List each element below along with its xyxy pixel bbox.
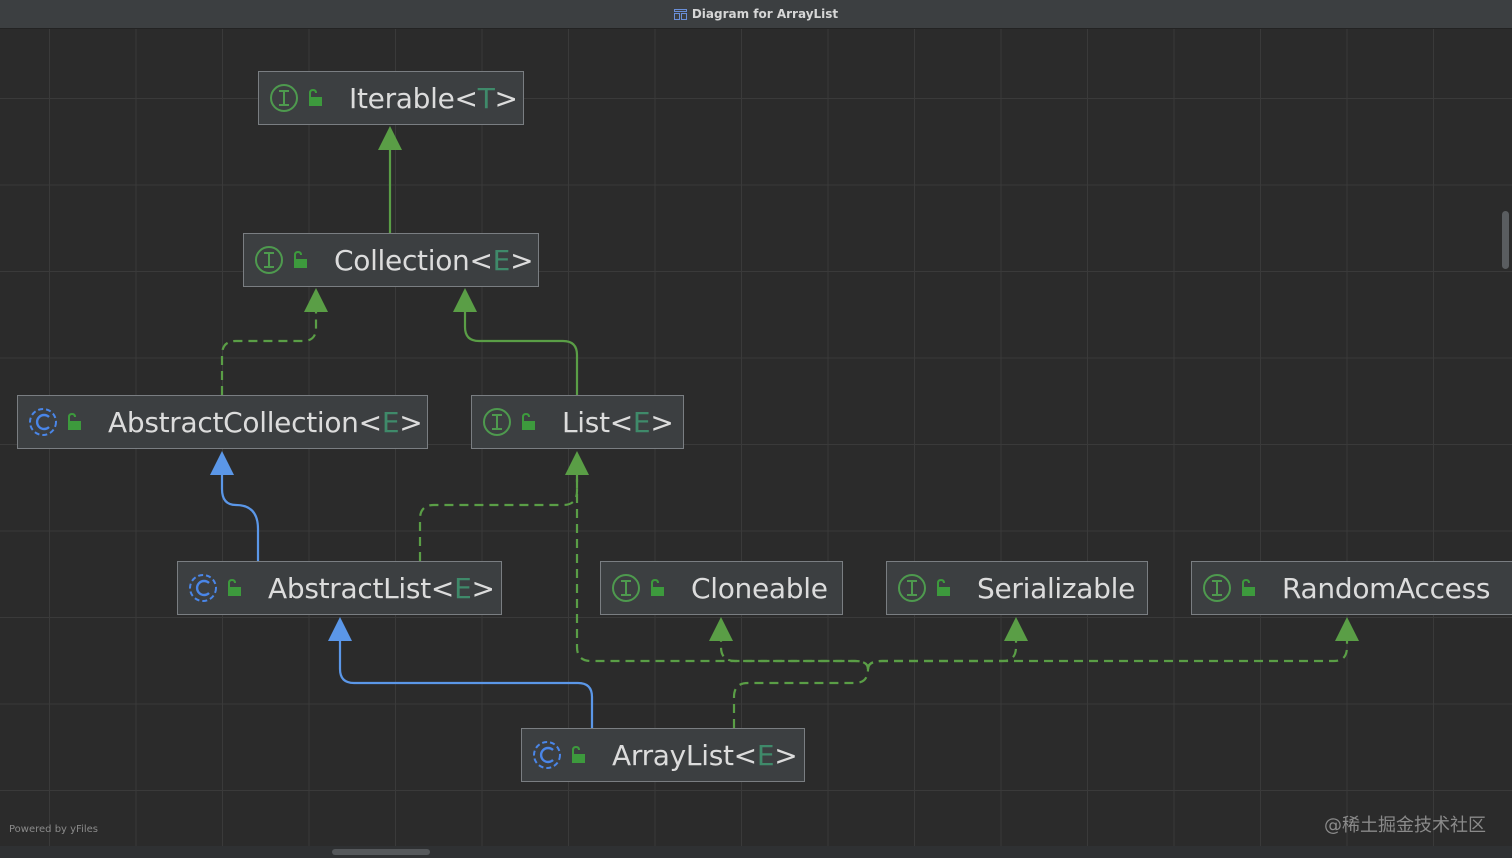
public-lock-icon bbox=[294, 251, 307, 268]
interface-icon bbox=[270, 84, 298, 112]
class-icon bbox=[29, 408, 57, 436]
edge-arraylist-cloneable bbox=[719, 641, 870, 670]
type-name: Iterable bbox=[349, 81, 455, 115]
edge-arraylist-abstractlist bbox=[338, 641, 594, 728]
node-label: AbstractList<E> bbox=[268, 571, 495, 605]
arrowhead-randomaccess bbox=[1335, 617, 1359, 641]
interface-icon bbox=[483, 408, 511, 436]
node-iterable[interactable]: Iterable<T> bbox=[258, 71, 524, 125]
arrowhead-list bbox=[565, 451, 589, 475]
public-lock-icon bbox=[228, 579, 241, 596]
type-parameter: E bbox=[492, 243, 511, 277]
type-parameter: E bbox=[756, 738, 775, 772]
edge-abstractcollection-collection bbox=[220, 311, 318, 395]
powered-by-text: Powered by yFiles bbox=[9, 824, 98, 835]
type-name: AbstractCollection bbox=[108, 405, 359, 439]
type-parameter: E bbox=[632, 405, 651, 439]
public-lock-icon bbox=[651, 579, 664, 596]
node-serializable[interactable]: Serializable bbox=[886, 561, 1148, 615]
public-lock-icon bbox=[522, 413, 535, 430]
type-name: Serializable bbox=[977, 571, 1136, 605]
public-lock-icon bbox=[572, 746, 585, 763]
node-cloneable[interactable]: Cloneable bbox=[600, 561, 843, 615]
node-label: Cloneable bbox=[691, 572, 828, 605]
edge-arraylist-serializable bbox=[866, 641, 1018, 670]
vertical-scrollbar[interactable] bbox=[1502, 211, 1509, 269]
edge-list-collection bbox=[463, 311, 579, 395]
node-abstract-list[interactable]: AbstractList<E> bbox=[177, 561, 502, 615]
node-label: ArrayList<E> bbox=[612, 738, 798, 772]
diagram-canvas[interactable]: Iterable<T> Collection<E> AbstractCollec… bbox=[0, 29, 1512, 846]
diagram-icon bbox=[673, 8, 687, 20]
interface-icon bbox=[612, 574, 640, 602]
node-label: Collection<E> bbox=[334, 243, 534, 277]
node-label: Iterable<T> bbox=[349, 81, 518, 115]
horizontal-scrollbar[interactable] bbox=[332, 849, 430, 855]
horizontal-scrollbar-track bbox=[0, 846, 1512, 858]
node-label: List<E> bbox=[562, 405, 674, 439]
type-name: ArrayList bbox=[612, 738, 734, 772]
arrowhead-iterable bbox=[378, 126, 402, 150]
public-lock-icon bbox=[68, 413, 81, 430]
arrowhead-collection-right bbox=[453, 288, 477, 312]
interface-icon bbox=[1203, 574, 1231, 602]
arrowhead-cloneable bbox=[709, 617, 733, 641]
node-list[interactable]: List<E> bbox=[471, 395, 684, 449]
arrowhead-collection-left bbox=[304, 288, 328, 312]
type-name: Collection bbox=[334, 243, 470, 277]
edge-abstractlist-abstractcollection bbox=[220, 475, 260, 561]
type-parameter: E bbox=[454, 571, 472, 605]
type-name: List bbox=[562, 405, 610, 439]
window-title-bar: Diagram for ArrayList bbox=[0, 0, 1512, 29]
type-parameter: E bbox=[381, 405, 400, 439]
type-parameter: T bbox=[477, 81, 495, 115]
arrowhead-abstractlist bbox=[328, 617, 352, 641]
arrowhead-serializable bbox=[1004, 617, 1028, 641]
window-title: Diagram for ArrayList bbox=[691, 7, 839, 21]
node-label: AbstractCollection<E> bbox=[108, 405, 423, 439]
type-name: Cloneable bbox=[691, 571, 828, 605]
class-icon bbox=[189, 574, 217, 602]
type-name: RandomAccess bbox=[1282, 571, 1491, 605]
node-label: Serializable bbox=[977, 572, 1135, 605]
public-lock-icon bbox=[309, 89, 322, 106]
class-icon bbox=[533, 741, 561, 769]
edge-arraylist-randomaccess bbox=[866, 641, 1349, 670]
node-abstract-collection[interactable]: AbstractCollection<E> bbox=[17, 395, 428, 449]
node-label: RandomAccess bbox=[1282, 572, 1490, 605]
edge-abstractlist-list bbox=[418, 475, 579, 561]
arrowhead-abstractcollection bbox=[210, 451, 234, 475]
watermark-text: @稀土掘金技术社区 bbox=[1324, 815, 1486, 836]
node-collection[interactable]: Collection<E> bbox=[243, 233, 539, 287]
interface-icon bbox=[255, 246, 283, 274]
node-array-list[interactable]: ArrayList<E> bbox=[521, 728, 805, 782]
public-lock-icon bbox=[1242, 579, 1255, 596]
type-name: AbstractList bbox=[268, 571, 431, 605]
interface-icon bbox=[898, 574, 926, 602]
node-random-access[interactable]: RandomAccess bbox=[1191, 561, 1512, 615]
public-lock-icon bbox=[937, 579, 950, 596]
